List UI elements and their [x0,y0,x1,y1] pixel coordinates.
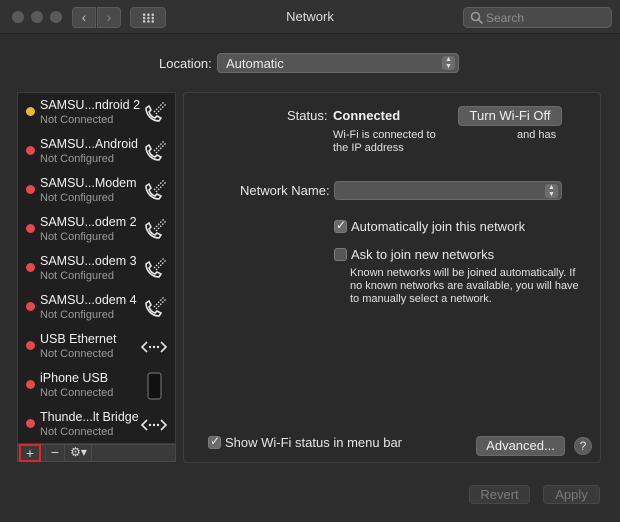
popup-arrows-icon: ▲ ▼ [545,184,558,198]
service-status: Not Connected [40,387,114,399]
service-status: Not Configured [40,153,114,165]
service-list[interactable]: SAMSU...ndroid 2 Not Connected SAMSU...A… [17,92,176,444]
ask-join-label: Ask to join new networks [351,247,495,262]
phone-icon [145,140,167,161]
service-status: Not Connected [40,426,114,438]
iphone-icon [147,372,162,400]
status-description-ip: the IP address [333,142,404,154]
service-name: SAMSU...odem 3 [40,254,137,268]
title-bar: ‹ › Network Search [0,0,620,34]
service-name: USB Ethernet [40,332,117,346]
search-placeholder: Search [486,11,525,25]
location-value: Automatic [226,56,284,71]
search-field[interactable]: Search [463,7,612,28]
status-dot [26,224,35,233]
ask-join-checkbox[interactable] [334,248,347,261]
service-name: SAMSU...Android [40,137,138,151]
detail-pane: Status: Connected Turn Wi-Fi Off Wi-Fi i… [183,92,601,463]
network-name-select[interactable]: ▲ ▼ [334,181,562,200]
service-status: Not Configured [40,309,114,321]
service-name: Thunde...lt Bridge [40,410,139,424]
status-dot [26,107,35,116]
service-item[interactable]: SAMSU...Android Not Configured [18,132,175,171]
show-wifi-status-checkbox[interactable] [208,434,221,449]
service-item[interactable]: Thunde...lt Bridge Not Connected [18,405,175,443]
ask-join-help-3: to manually select a network. [350,293,492,305]
ethernet-icon [140,341,168,353]
show-wifi-status-label: Show Wi-Fi status in menu bar [225,435,403,450]
remove-service-button[interactable]: − [45,445,65,461]
phone-icon [145,296,167,317]
network-name-label: Network Name: [240,183,330,198]
status-dot [26,341,35,350]
revert-button[interactable]: Revert [469,485,530,504]
status-dot [26,380,35,389]
service-status: Not Connected [40,114,114,126]
location-select[interactable]: Automatic ▲ ▼ [217,53,459,73]
auto-join-checkbox[interactable] [334,218,347,233]
ethernet-icon [140,419,168,431]
service-name: SAMSU...Modem [40,176,137,190]
status-value: Connected [333,108,401,123]
help-button[interactable]: ? [574,437,592,455]
service-item[interactable]: SAMSU...odem 3 Not Configured [18,249,175,288]
status-label: Status: [287,108,328,123]
ask-join-help-1: Known networks will be joined automatica… [350,267,576,279]
phone-icon [145,101,167,122]
location-label: Location: [159,56,212,71]
auto-join-label: Automatically join this network [351,219,526,234]
phone-icon [145,179,167,200]
service-name: SAMSU...ndroid 2 [40,98,141,112]
popup-arrows-icon: ▲ ▼ [442,56,455,70]
service-name: SAMSU...odem 2 [40,215,137,229]
service-list-toolbar: + − ⚙▾ [17,444,176,462]
apply-button[interactable]: Apply [543,485,600,504]
status-dot [26,185,35,194]
phone-icon [145,218,167,239]
status-dot [26,419,35,428]
service-item[interactable]: SAMSU...odem 4 Not Configured [18,288,175,327]
search-icon [470,11,484,25]
service-item[interactable]: SAMSU...Modem Not Configured [18,171,175,210]
action-menu-button[interactable]: ⚙▾ [66,445,92,461]
advanced-button[interactable]: Advanced... [476,436,565,456]
add-service-button[interactable]: + [19,444,41,462]
service-status: Not Configured [40,231,114,243]
service-item[interactable]: SAMSU...odem 2 Not Configured [18,210,175,249]
service-name: SAMSU...odem 4 [40,293,137,307]
turn-wifi-off-button[interactable]: Turn Wi-Fi Off [458,106,562,126]
service-name: iPhone USB [40,371,109,385]
service-item[interactable]: iPhone USB Not Connected [18,366,175,405]
service-status: Not Connected [40,348,114,360]
status-description-cont: and has [517,129,557,141]
service-item[interactable]: USB Ethernet Not Connected [18,327,175,366]
ask-join-help-2: no known networks are available, you wil… [350,280,579,292]
status-description: Wi-Fi is connected to [333,129,436,141]
status-dot [26,146,35,155]
status-dot [26,263,35,272]
status-dot [26,302,35,311]
phone-icon [145,257,167,278]
service-item[interactable]: SAMSU...ndroid 2 Not Connected [18,93,175,132]
service-status: Not Configured [40,192,114,204]
service-status: Not Configured [40,270,114,282]
